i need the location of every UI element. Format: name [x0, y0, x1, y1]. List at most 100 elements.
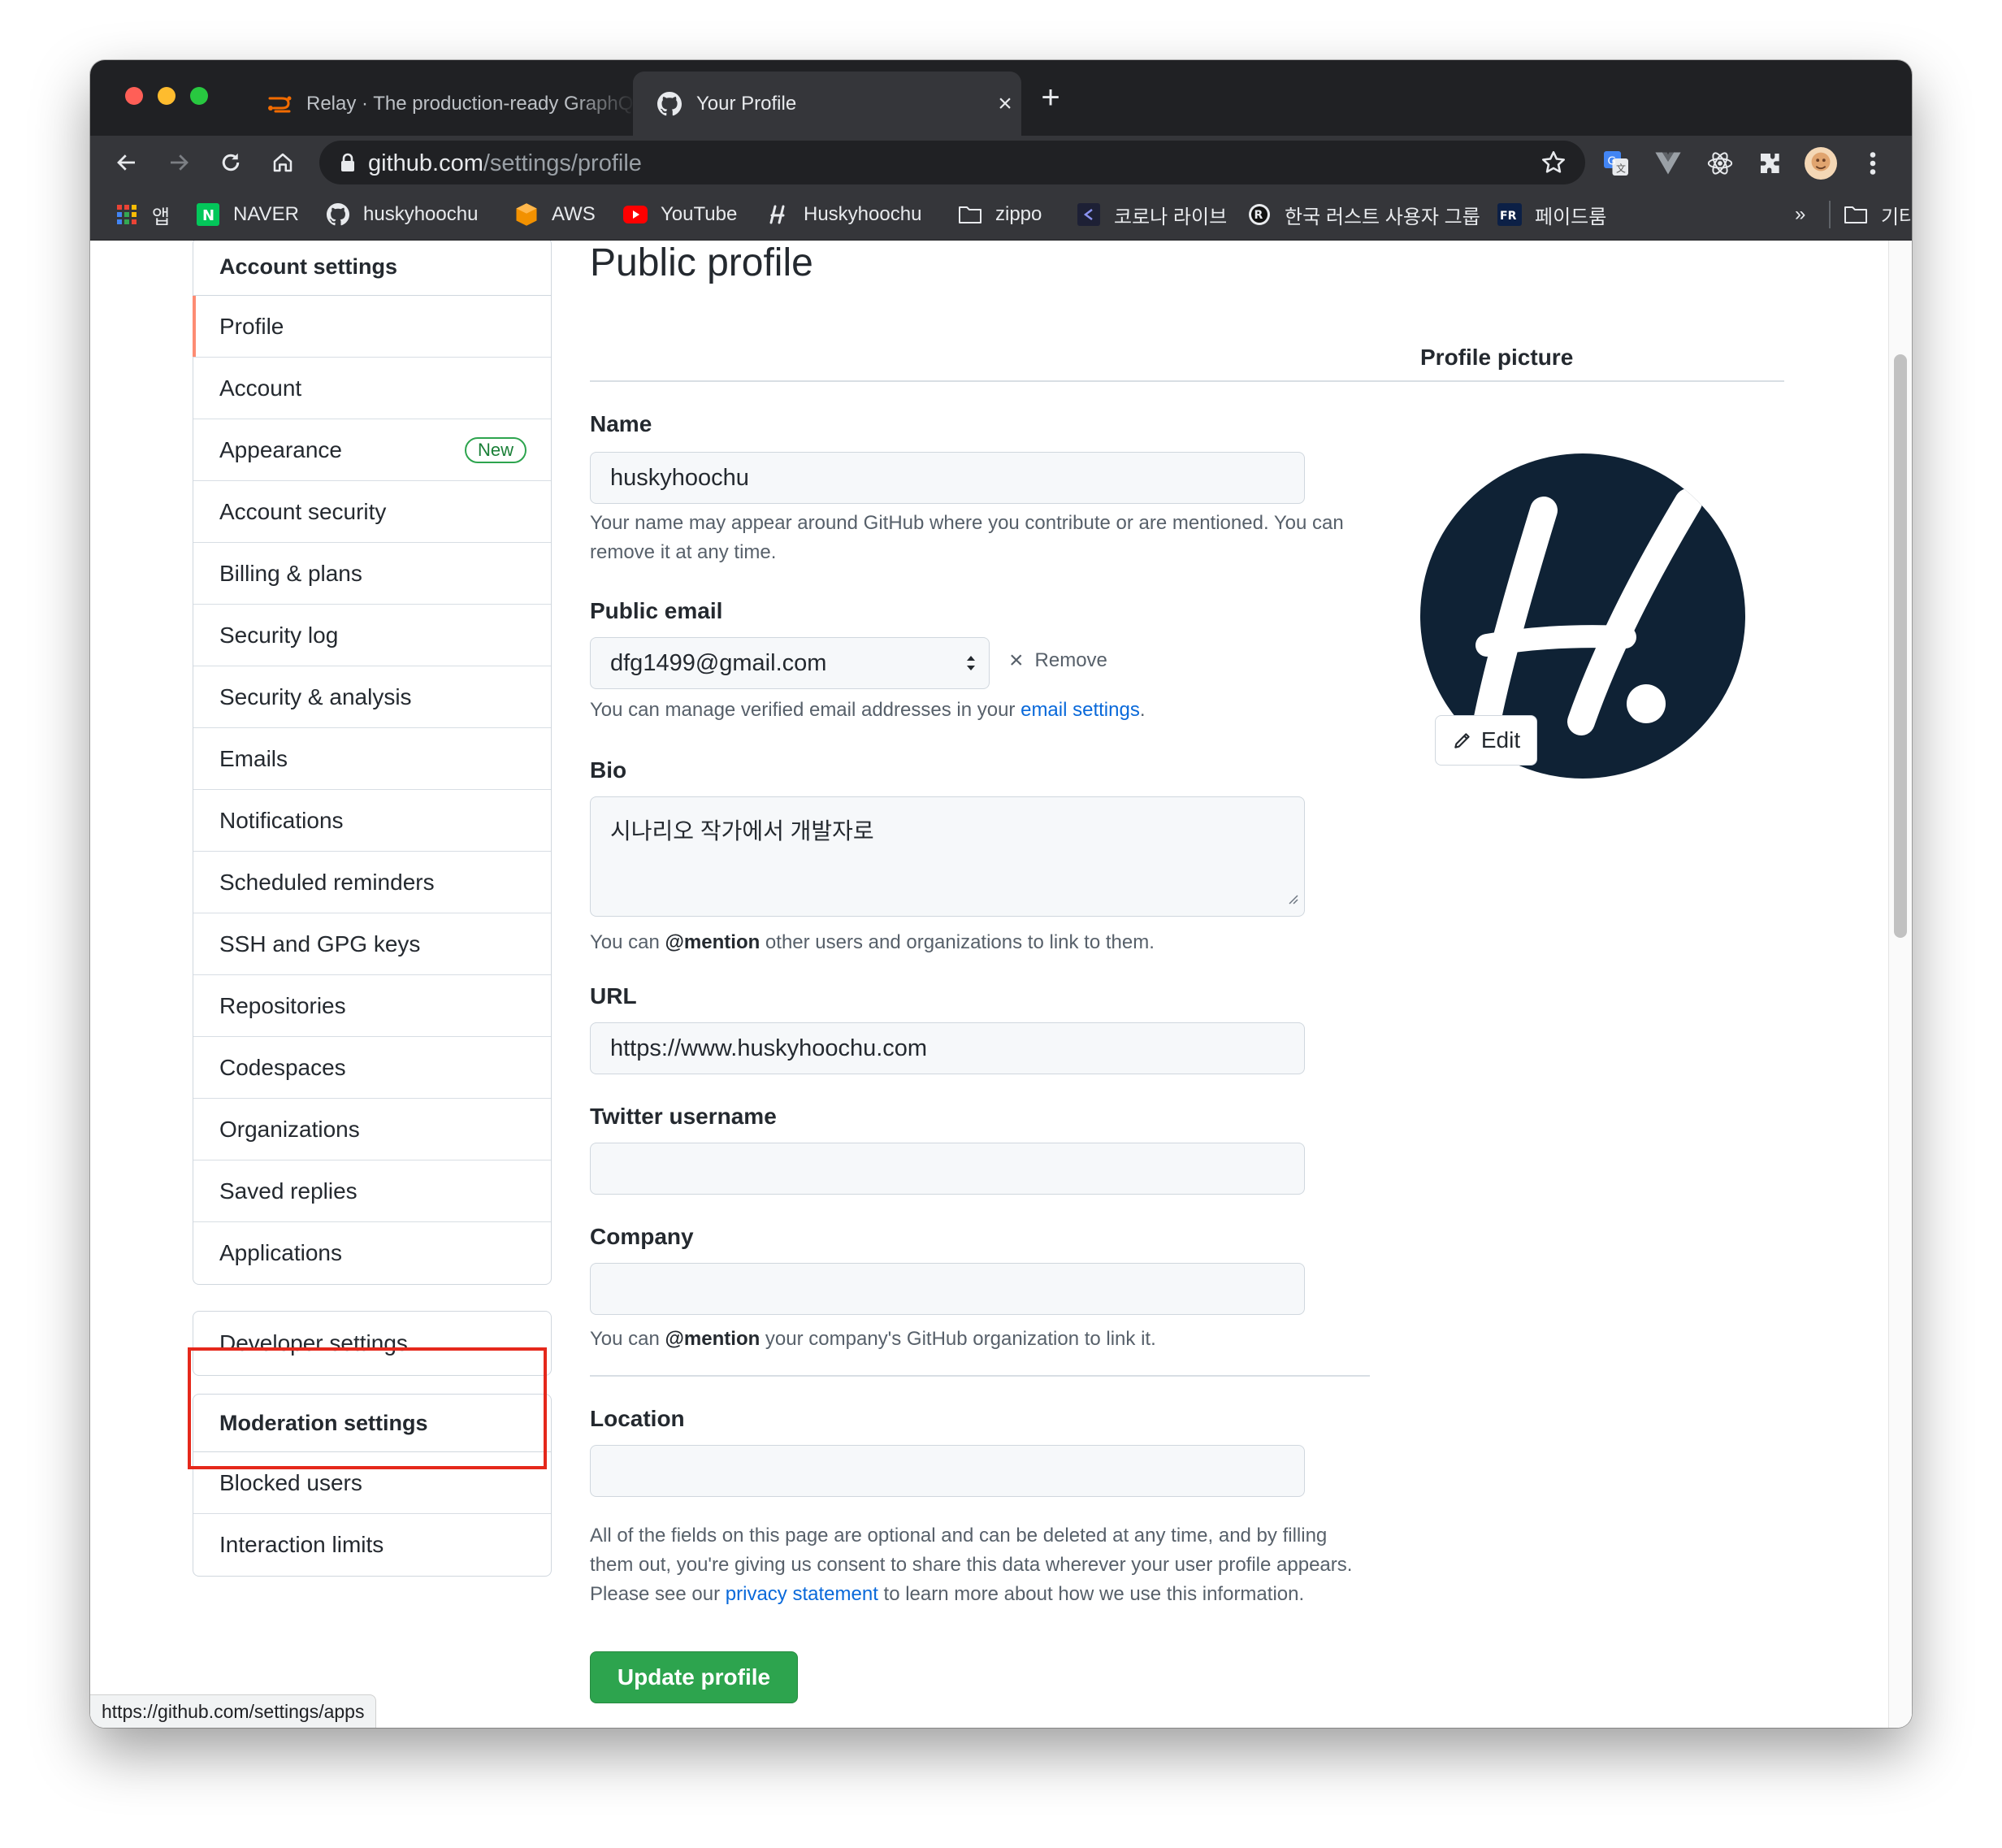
- sidebar-item-organizations[interactable]: Organizations: [193, 1099, 551, 1160]
- vue-devtools-icon[interactable]: [1652, 147, 1684, 180]
- google-translate-icon[interactable]: G文: [1600, 147, 1632, 180]
- company-note-end: your company's GitHub organization to li…: [760, 1328, 1156, 1350]
- name-note: Your name may appear around GitHub where…: [590, 512, 1344, 563]
- sidebar-item-label: Appearance: [219, 436, 343, 462]
- sidebar-item-codespaces[interactable]: Codespaces: [193, 1037, 551, 1099]
- sidebar-item-security-analysis[interactable]: Security & analysis: [193, 666, 551, 728]
- bookmark-corona-live[interactable]: 코로나 라이브: [1077, 199, 1227, 230]
- privacy-note: All of the fields on this page are optio…: [590, 1521, 1354, 1609]
- home-icon[interactable]: [266, 145, 300, 180]
- pencil-icon: [1454, 733, 1470, 748]
- bookmark-label: 코로나 라이브: [1114, 206, 1228, 228]
- email-settings-link[interactable]: email settings: [1020, 699, 1140, 721]
- forward-icon[interactable]: [162, 145, 196, 180]
- email-note-text: You can manage verified email addresses …: [590, 699, 1021, 721]
- sidebar-item-label: Security & analysis: [219, 683, 412, 709]
- bookmark-label: Huskyhoochu: [804, 203, 922, 225]
- sidebar-item-repositories[interactable]: Repositories: [193, 975, 551, 1037]
- public-email-select[interactable]: dfg1499@gmail.com: [590, 637, 990, 689]
- bookmark-label: YouTube: [661, 203, 738, 225]
- name-input[interactable]: huskyhoochu: [590, 452, 1305, 504]
- close-window-button[interactable]: [125, 87, 143, 105]
- svg-text:N: N: [202, 207, 214, 224]
- resize-handle-icon[interactable]: [1286, 885, 1299, 911]
- twitter-label: Twitter username: [590, 1104, 777, 1129]
- email-note-end: .: [1139, 699, 1146, 721]
- scrollbar-thumb[interactable]: [1894, 354, 1907, 938]
- mention-text: @mention: [665, 931, 760, 953]
- sidebar-item-account[interactable]: Account: [193, 358, 551, 419]
- sidebar-item-saved-replies[interactable]: Saved replies: [193, 1160, 551, 1222]
- back-icon[interactable]: [110, 145, 144, 180]
- sidebar-item-label: Emails: [219, 745, 288, 771]
- new-badge: New: [464, 436, 526, 463]
- sidebar-item-label: Profile: [219, 313, 284, 339]
- bookmark-label: NAVER: [233, 203, 299, 225]
- location-input[interactable]: [590, 1445, 1305, 1497]
- bookmark-faderoom[interactable]: FR 페이드룸: [1497, 199, 1606, 230]
- sidebar-item-ssh-gpg-keys[interactable]: SSH and GPG keys: [193, 913, 551, 975]
- extensions-puzzle-icon[interactable]: [1754, 147, 1787, 180]
- browser-window: Relay · The production-ready GraphQL cli…: [90, 60, 1912, 1728]
- company-input[interactable]: [590, 1263, 1305, 1315]
- bookmark-label: 앱: [152, 206, 171, 228]
- twitter-input[interactable]: [590, 1143, 1305, 1195]
- sidebar-item-scheduled-reminders[interactable]: Scheduled reminders: [193, 852, 551, 913]
- bookmark-huskyhoochu-github[interactable]: huskyhoochu: [326, 199, 478, 230]
- lock-icon: [340, 153, 355, 176]
- bookmark-huskyhoochu-blog[interactable]: Huskyhoochu: [766, 199, 921, 230]
- edit-picture-button[interactable]: Edit: [1435, 715, 1537, 766]
- sidebar-item-profile[interactable]: Profile: [193, 296, 551, 358]
- new-tab-button[interactable]: +: [1033, 80, 1068, 116]
- sidebar-item-label: Scheduled reminders: [219, 869, 435, 895]
- bookmark-zippo[interactable]: zippo: [958, 199, 1042, 230]
- folder-icon: [958, 202, 982, 227]
- remove-email-button[interactable]: × Remove: [1009, 647, 1107, 675]
- bookmark-naver[interactable]: N NAVER: [196, 199, 299, 230]
- title-divider: [590, 380, 1784, 382]
- tab-your-profile[interactable]: Your Profile ×: [633, 72, 1021, 136]
- react-devtools-icon[interactable]: [1704, 147, 1736, 180]
- sidebar-item-emails[interactable]: Emails: [193, 728, 551, 790]
- bookmark-label: AWS: [552, 203, 596, 225]
- profile-avatar-icon[interactable]: [1805, 147, 1837, 180]
- address-bar[interactable]: github.com/settings/profile: [319, 141, 1585, 184]
- privacy-note-end: to learn more about how we use this info…: [878, 1583, 1305, 1605]
- privacy-statement-link[interactable]: privacy statement: [726, 1583, 878, 1605]
- sidebar-item-billing[interactable]: Billing & plans: [193, 543, 551, 605]
- location-label: Location: [590, 1406, 685, 1431]
- public-email-value: dfg1499@gmail.com: [610, 649, 827, 676]
- sidebar-item-notifications[interactable]: Notifications: [193, 790, 551, 852]
- sidebar-item-appearance[interactable]: Appearance New: [193, 419, 551, 481]
- company-note: You can @mention your company's GitHub o…: [590, 1325, 1156, 1354]
- sidebar-item-label: Repositories: [219, 992, 346, 1018]
- bio-value: 시나리오 작가에서 개발자로: [610, 818, 874, 844]
- remove-label: Remove: [1034, 649, 1107, 671]
- bookmark-other[interactable]: 기타 북마크: [1844, 199, 1912, 230]
- minimize-window-button[interactable]: [158, 87, 176, 105]
- bookmark-label: 페이드룸: [1535, 206, 1607, 228]
- sidebar-item-interaction-limits[interactable]: Interaction limits: [193, 1514, 551, 1576]
- sidebar-item-label: Account: [219, 375, 302, 401]
- bookmark-youtube[interactable]: YouTube: [623, 199, 737, 230]
- address-url[interactable]: github.com/settings/profile: [368, 150, 642, 177]
- url-input[interactable]: https://www.huskyhoochu.com: [590, 1022, 1305, 1074]
- sidebar-item-applications[interactable]: Applications: [193, 1222, 551, 1284]
- update-profile-button[interactable]: Update profile: [590, 1651, 798, 1703]
- bookmark-label: 한국 러스트 사용자 그룹: [1285, 206, 1480, 228]
- close-tab-icon[interactable]: ×: [989, 90, 1021, 118]
- bookmark-rust-korea[interactable]: R 한국 러스트 사용자 그룹: [1247, 199, 1480, 230]
- page-scrollbar[interactable]: [1888, 241, 1912, 1728]
- reload-icon[interactable]: [214, 145, 248, 180]
- zoom-window-button[interactable]: [190, 87, 208, 105]
- sidebar-item-account-security[interactable]: Account security: [193, 481, 551, 543]
- bookmark-star-icon[interactable]: [1540, 149, 1567, 180]
- bookmark-apps[interactable]: 앱: [115, 199, 170, 230]
- bookmark-aws[interactable]: AWS: [514, 199, 596, 230]
- sidebar-item-label: Codespaces: [219, 1054, 346, 1080]
- bio-label: Bio: [590, 757, 627, 783]
- sidebar-item-security-log[interactable]: Security log: [193, 605, 551, 666]
- bio-textarea[interactable]: 시나리오 작가에서 개발자로: [590, 796, 1305, 917]
- bookmarks-overflow-button[interactable]: »: [1795, 199, 1805, 230]
- more-menu-icon[interactable]: [1857, 147, 1889, 180]
